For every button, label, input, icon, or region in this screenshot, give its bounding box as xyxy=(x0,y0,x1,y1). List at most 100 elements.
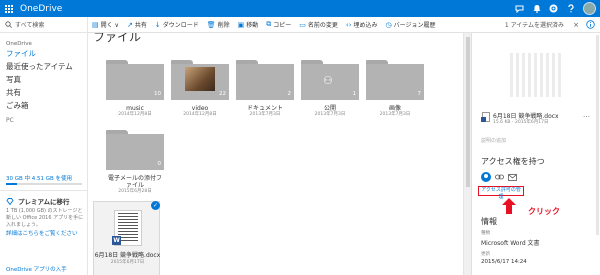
chat-icon[interactable] xyxy=(511,0,528,17)
download-button[interactable]: ↓ ダウンロード xyxy=(151,17,203,33)
premium-description: 1 TB (1,000 GB) のストレージと新しい Office 2016 ア… xyxy=(6,208,84,228)
folder-tile[interactable]: ⚇ 1 公開 2013年7月3日 xyxy=(301,60,359,118)
app-title[interactable]: OneDrive xyxy=(20,4,62,14)
search-icon xyxy=(5,21,12,28)
folder-icon: 2 xyxy=(236,60,294,100)
file-preview xyxy=(510,53,564,97)
type-value: Microsoft Word 文書 xyxy=(481,240,540,247)
folder-tile[interactable]: 22 video 2014年12月8日 xyxy=(171,60,229,118)
word-icon: W xyxy=(112,236,121,245)
storage-text[interactable]: 30 GB 中 4.51 GB を使用 xyxy=(6,174,72,182)
nav-item-recent[interactable]: 最近使ったアイテム xyxy=(0,60,87,73)
rename-button[interactable]: ▭ 名前の変更 xyxy=(295,17,342,33)
diamond-icon xyxy=(6,197,14,205)
shared-people-icon: ⚇ xyxy=(323,74,333,87)
access-heading: アクセス権を持つ xyxy=(481,157,545,166)
scrollbar-thumb[interactable] xyxy=(466,37,470,187)
delete-icon: 🗑 xyxy=(206,20,216,29)
help-icon[interactable] xyxy=(562,0,579,17)
open-button[interactable]: ▤ 開く ∨ xyxy=(88,17,123,33)
link-icon[interactable] xyxy=(495,174,504,180)
bell-icon[interactable] xyxy=(528,0,545,17)
premium-link[interactable]: 詳細はこちらをご覧ください xyxy=(6,229,78,237)
app-launcher-icon[interactable] xyxy=(0,0,17,17)
clear-selection-button[interactable]: × xyxy=(569,21,583,29)
embed-button[interactable]: ‹› 埋め込み xyxy=(342,17,382,33)
folder-name: music xyxy=(126,105,144,112)
info-heading: 情報 xyxy=(481,217,497,226)
share-icon: ↗ xyxy=(126,20,133,29)
folder-date: 2013年7月3日 xyxy=(314,112,346,117)
avatar[interactable] xyxy=(583,2,596,15)
folder-tile[interactable]: 10 music 2014年12月8日 xyxy=(106,60,164,118)
info-icon xyxy=(585,20,595,29)
panel-file-meta: 15.6 KB - 2015年6月17日 xyxy=(493,120,549,125)
folder-name: 電子メールの添付ファイル xyxy=(107,175,162,189)
gear-icon[interactable] xyxy=(545,0,562,17)
page-title: ファイル xyxy=(93,33,142,44)
folder-tile[interactable]: 7 画像 2013年7月3日 xyxy=(366,60,424,118)
description-field[interactable]: 説明の追加 xyxy=(481,137,506,144)
type-label: 種類 xyxy=(481,231,490,236)
selection-count: 1 アイテムを選択済み xyxy=(504,22,564,29)
share-button[interactable]: ↗ 共有 xyxy=(123,17,151,33)
download-icon: ↓ xyxy=(154,20,161,29)
more-options-icon[interactable]: … xyxy=(583,111,590,119)
folder-name: video xyxy=(191,105,209,112)
top-bar: OneDrive xyxy=(0,0,600,17)
folder-date: 2013年7月3日 xyxy=(249,112,281,117)
copy-button[interactable]: ⧉ コピー xyxy=(262,17,295,33)
folder-icon: 22 xyxy=(171,60,229,100)
folder-date: 2014年12月8日 xyxy=(118,112,152,117)
nav-item-recycle-bin[interactable]: ごみ箱 xyxy=(0,99,87,112)
file-list: ファイル 10 music 2014年12月8日 22 video 2014年1… xyxy=(88,33,463,275)
arrow-up-icon xyxy=(502,198,516,214)
embed-icon: ‹› xyxy=(345,20,352,29)
version-history-button[interactable]: ◷ バージョン履歴 xyxy=(382,17,440,33)
get-apps-link[interactable]: OneDrive アプリの入手 xyxy=(6,265,67,273)
folder-name: 公開 xyxy=(323,105,336,112)
nav-item-shared[interactable]: 共有 xyxy=(0,86,87,99)
premium-title[interactable]: プレミアムに移行 xyxy=(6,196,70,206)
nav-item-photos[interactable]: 写真 xyxy=(0,73,87,86)
open-icon: ▤ xyxy=(92,20,99,29)
storage-bar xyxy=(6,183,82,185)
delete-button[interactable]: 🗑 削除 xyxy=(203,17,234,33)
modified-value: 2015/6/17 14:24 xyxy=(481,259,527,265)
folder-date: 2013年7月3日 xyxy=(379,112,411,117)
selected-file-tile[interactable]: ✓ W 6月18日 競争戦略.docx 2015年6月17日 xyxy=(93,201,160,275)
copy-icon: ⧉ xyxy=(266,20,272,28)
folder-icon: 10 xyxy=(106,60,164,100)
folder-icon: ⚇ 1 xyxy=(301,60,359,100)
person-icon[interactable] xyxy=(481,172,491,182)
rename-icon: ▭ xyxy=(299,20,306,29)
folder-date: 2014年12月8日 xyxy=(183,112,217,117)
divider xyxy=(0,190,88,191)
details-panel: 6月18日 競争戦略.docx 15.6 KB - 2015年6月17日 … 説… xyxy=(471,33,600,275)
manage-permissions-link[interactable]: アクセス許可の管理 xyxy=(478,186,524,200)
mail-icon[interactable] xyxy=(508,173,517,181)
folder-name: 画像 xyxy=(388,105,401,112)
folder-icon: 0 xyxy=(106,130,164,170)
word-document-icon xyxy=(481,112,490,122)
search-box[interactable]: すべて検索 xyxy=(0,17,87,33)
panel-scrollbar[interactable] xyxy=(596,35,599,235)
search-input[interactable]: すべて検索 xyxy=(15,20,44,29)
nav-item-pc[interactable]: PC xyxy=(0,114,87,127)
file-name: 6月18日 競争戦略.docx xyxy=(94,252,161,259)
move-icon: ▣ xyxy=(237,20,245,29)
folder-name: ドキュメント xyxy=(246,105,283,112)
main-scrollbar[interactable] xyxy=(463,33,471,275)
nav-item-files[interactable]: ファイル xyxy=(0,47,87,60)
folder-tile[interactable]: 2 ドキュメント 2013年7月3日 xyxy=(236,60,294,118)
folder-icon: 7 xyxy=(366,60,424,100)
folder-thumbnail xyxy=(185,67,215,91)
folder-tile[interactable]: 0 電子メールの添付ファイル 2015年6月28日 xyxy=(106,130,164,195)
file-date: 2015年6月17日 xyxy=(110,260,145,265)
info-pane-button[interactable] xyxy=(583,18,597,32)
storage-bar-fill xyxy=(6,183,18,185)
modified-label: 更新 xyxy=(481,252,490,257)
move-button[interactable]: ▣ 移動 xyxy=(234,17,263,33)
left-navigation: すべて検索 OneDrive ファイル 最近使ったアイテム 写真 共有 ごみ箱 … xyxy=(0,17,88,275)
checkmark-icon[interactable]: ✓ xyxy=(151,201,160,210)
